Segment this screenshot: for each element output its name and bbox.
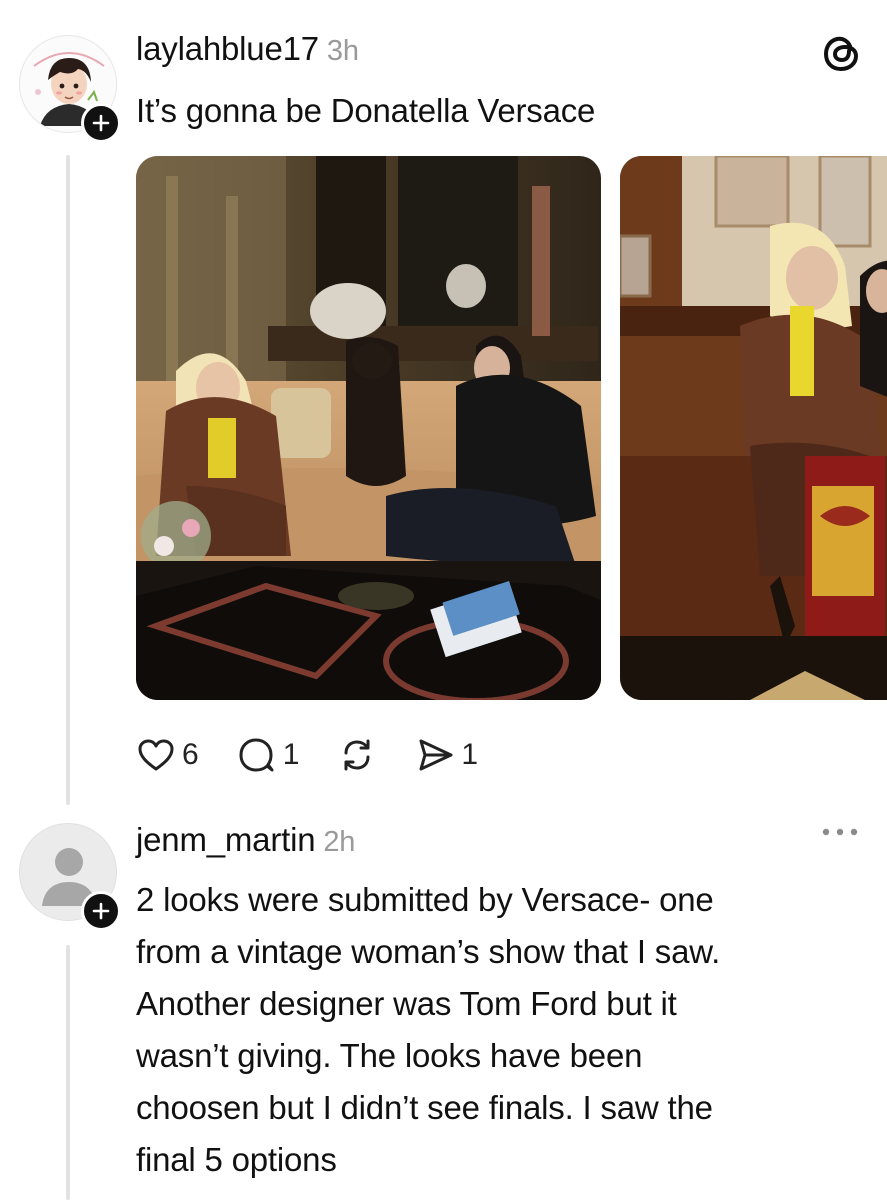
share-button[interactable]: 1 [415, 735, 478, 775]
post-text: 2 looks were submitted by Versace- one f… [136, 874, 720, 1186]
post-text-line: choosen but I didn’t see finals. I saw t… [136, 1089, 713, 1126]
thread-line [66, 945, 70, 1200]
post-header: jenm_martin 2h [136, 821, 355, 859]
post-actions: 6 1 1 [136, 733, 516, 777]
post-time: 2h [323, 826, 356, 858]
like-count: 6 [182, 738, 199, 771]
post-text-line: from a vintage woman’s show that I saw. [136, 933, 721, 970]
reply-button[interactable]: 1 [237, 735, 300, 775]
share-count: 1 [461, 738, 479, 771]
photo-2-image [620, 156, 887, 700]
threads-logo-icon[interactable] [820, 30, 864, 74]
post-text: It’s gonna be Donatella Versace [136, 92, 596, 129]
username[interactable]: jenm_martin [136, 821, 316, 858]
post-header: laylahblue17 3h [136, 30, 359, 68]
plus-icon [92, 114, 110, 132]
plus-icon [92, 902, 110, 920]
heart-icon [138, 739, 174, 771]
post-photo-2[interactable] [620, 156, 887, 700]
post-time: 3h [326, 35, 359, 67]
post-text-line: 2 looks were submitted by Versace- one [136, 881, 714, 918]
post-photo-1[interactable] [136, 156, 601, 700]
post-text-line: final 5 options [136, 1141, 337, 1178]
comment-icon [239, 738, 274, 772]
follow-button[interactable] [81, 891, 121, 931]
reply-count: 1 [282, 738, 300, 771]
username[interactable]: laylahblue17 [136, 30, 319, 67]
post-text-line: wasn’t giving. The looks have been [136, 1037, 643, 1074]
post-text-line: Another designer was Tom Ford but it [136, 985, 677, 1022]
repost-icon [344, 739, 370, 771]
send-icon [419, 739, 453, 771]
thread-line [66, 155, 70, 805]
more-options-icon[interactable] [820, 822, 860, 842]
like-button[interactable]: 6 [136, 735, 199, 775]
repost-button[interactable] [337, 735, 377, 775]
follow-button[interactable] [81, 103, 121, 143]
photo-1-image [136, 156, 601, 700]
